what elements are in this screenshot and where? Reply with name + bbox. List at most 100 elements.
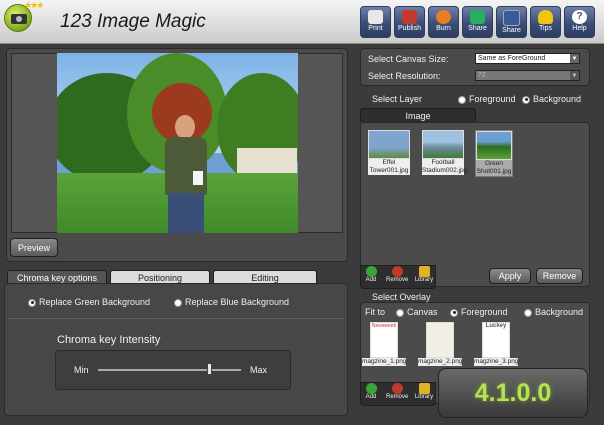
help-button[interactable]: ? Help (564, 6, 595, 38)
print-label: Print (368, 25, 383, 32)
select-overlay-label: Select Overlay (372, 292, 431, 302)
thumb-caption: magzine_2.png (418, 358, 463, 366)
remove-layer-button[interactable]: Remove (536, 268, 583, 284)
tab-positioning[interactable]: Positioning (110, 270, 210, 284)
radio-foreground[interactable] (458, 95, 466, 104)
publish-label: Publish (398, 25, 421, 32)
apply-button[interactable]: Apply (489, 268, 531, 284)
intensity-slider-thumb[interactable] (206, 363, 212, 375)
radio-fit-background[interactable] (524, 308, 532, 317)
radio-fit-foreground[interactable] (450, 308, 458, 317)
folder-icon (418, 266, 430, 277)
layer-remove-button[interactable]: Remove (386, 266, 408, 283)
printer-icon (368, 10, 383, 24)
thumb-caption: magzine_3.png (474, 358, 519, 366)
overlay-add-button[interactable]: Add (363, 383, 379, 400)
overlay-thumb[interactable]: Luckey magzine_3.png (474, 322, 518, 366)
intensity-min-label: Min (74, 365, 89, 375)
fit-canvas-option[interactable]: Canvas (396, 307, 438, 317)
select-layer-label: Select Layer (372, 94, 423, 104)
replace-green-option[interactable]: Replace Green Background (28, 297, 150, 307)
library-label: Library (414, 394, 434, 400)
fit-canvas-label: Canvas (407, 307, 438, 317)
tab-image[interactable]: Image (360, 108, 476, 122)
layer-background-option[interactable]: Background (522, 94, 581, 104)
overlay-library-button[interactable]: Library (413, 383, 435, 400)
fit-background-option[interactable]: Background (524, 307, 583, 317)
layer-thumb[interactable]: Effel Tower001.jpg (368, 130, 410, 175)
tips-button[interactable]: Tips (530, 6, 561, 38)
layer-library-button[interactable]: Library (413, 266, 435, 283)
print-button[interactable]: Print (360, 6, 391, 38)
replace-blue-option[interactable]: Replace Blue Background (174, 297, 289, 307)
layer-foreground-label: Foreground (469, 94, 516, 104)
fit-background-label: Background (535, 307, 584, 317)
radio-fit-canvas[interactable] (396, 308, 404, 317)
share-icon (470, 10, 485, 24)
facebook-share-button[interactable]: Share (496, 6, 527, 38)
intensity-max-label: Max (250, 365, 268, 375)
layer-add-button[interactable]: Add (363, 266, 379, 283)
thumb-image: Newsweek (370, 322, 398, 358)
fit-foreground-label: Foreground (461, 307, 508, 317)
resolution-value: 72 (478, 72, 486, 79)
thumb-image: Luckey (482, 322, 510, 358)
version-badge: 4.1.0.0 (438, 368, 588, 418)
lightbulb-icon (538, 10, 553, 24)
help-icon: ? (572, 10, 587, 24)
intensity-title: Chroma key Intensity (57, 334, 161, 346)
overlay-remove-button[interactable]: Remove (386, 383, 408, 400)
thumb-image (426, 322, 454, 358)
thumb-caption: Football Stadium002.jpg (422, 159, 468, 175)
layer-thumb-selected[interactable]: Green Shot001.jpg (475, 130, 513, 177)
tips-label: Tips (539, 25, 552, 32)
remove-icon (391, 383, 403, 394)
thumb3-magazine-title: Luckey (485, 323, 507, 329)
remove-label: Remove (386, 277, 409, 283)
replace-blue-label: Replace Blue Background (185, 297, 290, 307)
remove-icon (391, 266, 403, 277)
share-label: Share (468, 25, 487, 32)
thumb-caption: Effel Tower001.jpg (368, 159, 410, 175)
thumb-image (422, 130, 464, 159)
facebook-icon (503, 10, 520, 26)
overlay-thumb[interactable]: Newsweek magzine_1.png (362, 322, 406, 366)
plus-icon (365, 383, 377, 394)
tab-chroma-key-options[interactable]: Chroma key options (7, 270, 107, 284)
add-label: Add (365, 394, 377, 400)
add-label: Add (365, 277, 377, 283)
intensity-slider-track[interactable] (98, 369, 241, 371)
library-label: Library (414, 277, 434, 283)
canvas-size-label: Select Canvas Size: (368, 54, 449, 64)
thumb-caption: magzine_1.png (362, 358, 407, 366)
preview-image[interactable] (57, 53, 298, 233)
plus-icon (365, 266, 377, 277)
app-title: 123 Image Magic (60, 11, 206, 32)
layer-thumb[interactable]: Football Stadium002.jpg (422, 130, 468, 175)
radio-blue[interactable] (174, 298, 182, 307)
resolution-select[interactable]: 72 ▼ (475, 70, 580, 81)
overlay-thumb[interactable]: magzine_2.png (418, 322, 462, 366)
radio-green[interactable] (28, 298, 36, 307)
thumb-image (368, 130, 410, 159)
resolution-label: Select Resolution: (368, 71, 441, 81)
canvas-size-value: Same as ForeGround (478, 55, 546, 62)
tab-editing[interactable]: Editing (213, 270, 317, 284)
stars-logo: ★★★ (24, 0, 44, 10)
radio-background[interactable] (522, 95, 530, 104)
preview-button[interactable]: Preview (10, 238, 58, 257)
disc-icon (436, 10, 451, 24)
burn-button[interactable]: Burn (428, 6, 459, 38)
share-button[interactable]: Share (462, 6, 493, 38)
fit-foreground-option[interactable]: Foreground (450, 307, 508, 317)
thumb-caption: Green Shot001.jpg (476, 160, 512, 176)
chevron-down-icon: ▼ (570, 71, 579, 80)
canvas-size-select[interactable]: Same as ForeGround ▼ (475, 53, 580, 64)
layer-foreground-option[interactable]: Foreground (458, 94, 516, 104)
publish-button[interactable]: Publish (394, 6, 425, 38)
thumb1-magazine-title: Newsweek (371, 323, 397, 329)
divider (8, 318, 344, 319)
thumb-image (476, 131, 512, 160)
burn-label: Burn (436, 25, 451, 32)
fit-to-label: Fit to (365, 307, 386, 317)
